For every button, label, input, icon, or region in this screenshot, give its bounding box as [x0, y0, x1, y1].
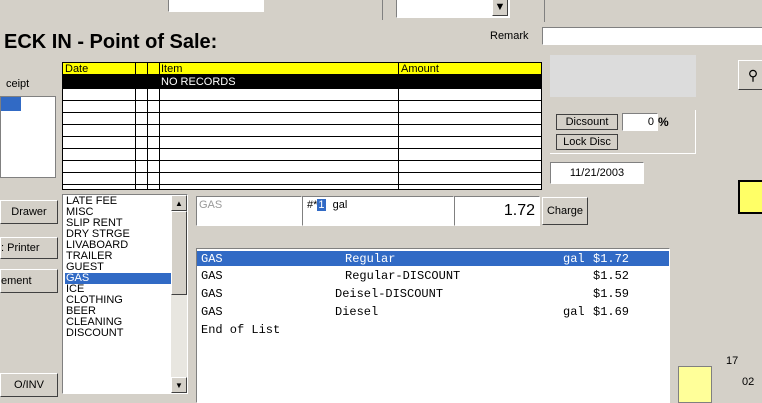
qty-value[interactable]: 1: [317, 199, 326, 211]
product-row-2-name[interactable]: Regular-DISCOUNT: [345, 269, 460, 283]
top-panel-divider: [382, 0, 383, 20]
printer-button[interactable]: : Printer: [0, 237, 58, 259]
chevron-up-icon: ▲: [175, 198, 183, 208]
receipt-list-selected-row[interactable]: [1, 97, 21, 111]
listbox-scrollbar[interactable]: ▲ ▼: [171, 195, 187, 393]
grid-no-records-text: NO RECORDS: [161, 76, 236, 88]
entry-qty-field[interactable]: #*1 gal: [302, 196, 454, 226]
discount-percent-input[interactable]: 0: [622, 113, 658, 131]
top-dropdown-arrow-button[interactable]: ▼: [492, 0, 508, 16]
lock-disc-button[interactable]: Lock Disc: [556, 134, 618, 150]
chevron-down-icon: ▼: [175, 380, 183, 390]
scroll-up-button[interactable]: ▲: [171, 195, 187, 211]
percent-sign: %: [658, 115, 669, 129]
discount-button[interactable]: Dicsount: [556, 114, 618, 130]
tool-icon: ⚲: [747, 66, 759, 83]
product-row-3-name[interactable]: Deisel-DISCOUNT: [335, 287, 443, 301]
yellow-panel: [678, 366, 712, 403]
yellow-action-button[interactable]: [738, 180, 762, 214]
ement-button[interactable]: ement: [0, 269, 58, 293]
remark-label: Remark: [490, 30, 529, 42]
qty-label: #*: [307, 199, 318, 211]
scroll-thumb[interactable]: [171, 211, 187, 295]
drawer-button[interactable]: Drawer: [0, 200, 58, 224]
product-row-1-cat: GAS: [201, 252, 223, 266]
product-row-4-cat[interactable]: GAS: [201, 305, 223, 319]
product-row-1-name: Regular: [345, 252, 396, 266]
receipt-label: ceipt: [6, 78, 30, 90]
product-row-3-price[interactable]: $1.59: [593, 287, 629, 301]
product-row-4-price[interactable]: $1.69: [593, 305, 629, 319]
total-display-box: [550, 55, 696, 97]
product-row-2-price[interactable]: $1.52: [593, 269, 629, 283]
category-listbox[interactable]: LATE FEE MISC SLIP RENT DRY STRGE LIVABO…: [62, 194, 188, 394]
product-row-2-cat[interactable]: GAS: [201, 269, 223, 283]
chevron-down-icon: ▼: [494, 1, 506, 13]
grid-col-divider: [135, 63, 136, 189]
product-list[interactable]: GAS Regular gal $1.72 GAS Regular-DISCOU…: [196, 248, 670, 403]
transaction-grid[interactable]: Date Item Amount NO RECORDS: [62, 62, 542, 190]
grid-header-amount: Amount: [401, 63, 439, 75]
product-row-3-cat[interactable]: GAS: [201, 287, 223, 301]
grid-col-divider: [147, 63, 148, 189]
product-row-4-name[interactable]: Diesel: [335, 305, 378, 319]
product-row-4-unit[interactable]: gal: [563, 305, 585, 319]
page-title: ECK IN - Point of Sale:: [4, 31, 218, 53]
tool-button[interactable]: ⚲: [738, 60, 762, 90]
remark-input[interactable]: [542, 27, 762, 45]
list-item[interactable]: DISCOUNT: [65, 328, 172, 339]
receipt-list[interactable]: [0, 96, 56, 178]
charge-button[interactable]: Charge: [542, 197, 588, 225]
grid-header-item: Item: [161, 63, 183, 75]
oinv-button[interactable]: O/INV: [0, 373, 58, 397]
date-field[interactable]: 11/21/2003: [550, 162, 644, 184]
price-field[interactable]: 1.72: [454, 196, 540, 226]
grid-col-divider: [398, 63, 399, 189]
number-02: 02: [742, 376, 755, 388]
unit-label: gal: [332, 199, 348, 211]
scroll-down-button[interactable]: ▼: [171, 377, 187, 393]
number-17: 17: [726, 355, 739, 367]
grid-col-divider: [159, 63, 160, 189]
grid-header-date: Date: [65, 63, 89, 75]
entry-item-field[interactable]: GAS: [196, 196, 302, 226]
end-of-list-text: End of List: [201, 323, 281, 337]
product-row-1-unit: gal: [563, 252, 585, 266]
top-right-panel-divider: [544, 0, 545, 22]
top-dropdown-left[interactable]: [168, 0, 264, 12]
product-row-1-price: $1.72: [593, 252, 630, 266]
